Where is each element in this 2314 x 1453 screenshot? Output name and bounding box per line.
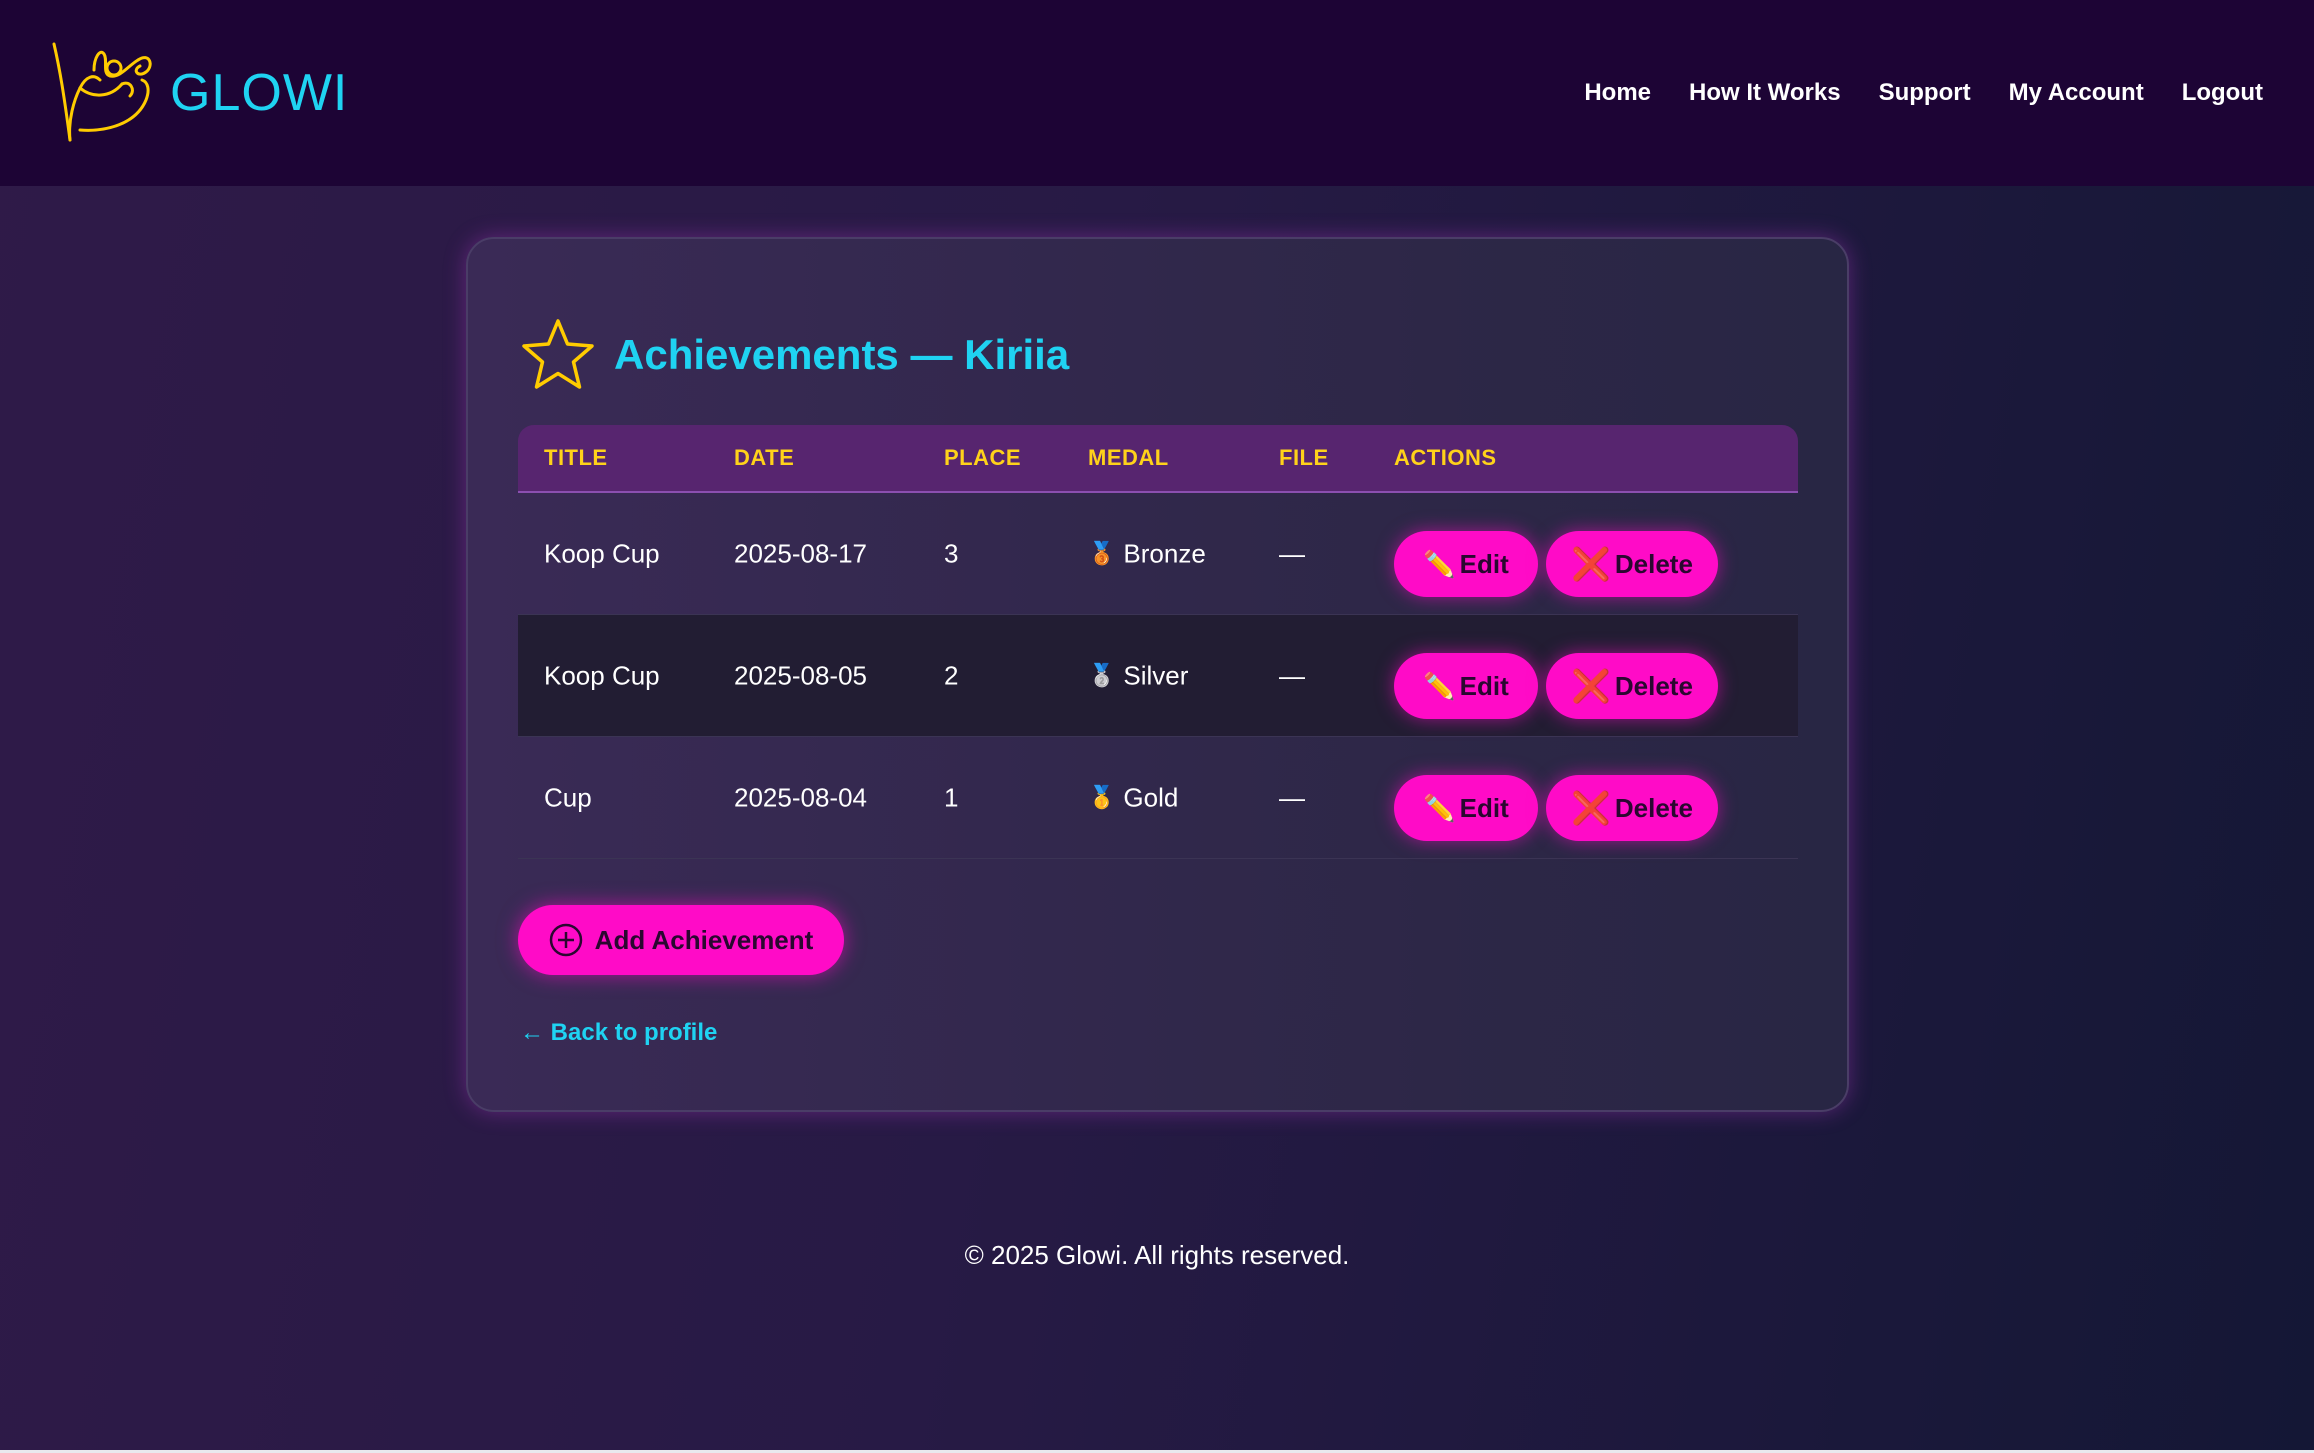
medal-label: Bronze	[1123, 538, 1206, 568]
edit-label: Edit	[1459, 548, 1509, 579]
delete-button[interactable]: ❌ Delete	[1546, 531, 1718, 597]
column-header-place: PLACE	[944, 445, 1022, 470]
achievements-table: TITLE DATE PLACE MEDAL FILE ACTIONS Koop…	[518, 425, 1798, 859]
table-header: TITLE DATE PLACE MEDAL FILE ACTIONS	[518, 425, 1798, 493]
cell-date: 2025-08-05	[734, 660, 867, 690]
achievements-card: Achievements — Kiriia TITLE DATE PLACE M…	[466, 237, 1849, 1112]
cell-place: 1	[944, 782, 959, 812]
cell-place: 3	[944, 538, 959, 568]
cell-place: 2	[944, 660, 959, 690]
edit-button[interactable]: ✏️ Edit	[1394, 653, 1538, 719]
title-row: Achievements — Kiriia	[520, 317, 1069, 393]
add-achievement-button[interactable]: Add Achievement	[518, 905, 844, 975]
pencil-icon: ✏️	[1423, 548, 1456, 579]
cell-medal: 🥇 Gold	[1088, 782, 1178, 813]
column-header-actions: ACTIONS	[1394, 445, 1497, 470]
cell-title: Koop Cup	[544, 538, 660, 568]
cell-file: —	[1279, 782, 1305, 812]
cell-date: 2025-08-04	[734, 782, 867, 812]
row-actions: ✏️ Edit ❌ Delete	[1394, 653, 1718, 719]
edit-button[interactable]: ✏️ Edit	[1394, 775, 1538, 841]
cell-title: Cup	[544, 782, 592, 812]
column-header-medal: MEDAL	[1088, 445, 1169, 470]
table-row: Cup 2025-08-04 1 🥇 Gold — ✏️ Edit ❌ Dele…	[518, 737, 1798, 859]
page-title: Achievements — Kiriia	[614, 331, 1070, 378]
delete-label: Delete	[1614, 670, 1693, 701]
delete-button[interactable]: ❌ Delete	[1546, 775, 1718, 841]
nav-home[interactable]: Home	[1584, 79, 1651, 107]
delete-button[interactable]: ❌ Delete	[1546, 653, 1718, 719]
column-header-file: FILE	[1279, 445, 1329, 470]
nav-support[interactable]: Support	[1879, 79, 1971, 107]
gymnast-ribbon-icon	[52, 42, 152, 142]
medal-label: Gold	[1123, 782, 1179, 812]
plus-circle-icon	[549, 923, 582, 957]
table-row: Koop Cup 2025-08-17 3 🥉 Bronze — ✏️ Edit…	[518, 493, 1798, 615]
pencil-icon: ✏️	[1423, 670, 1456, 701]
nav-how-it-works[interactable]: How It Works	[1689, 79, 1841, 107]
brand-name: GLOWI	[170, 64, 349, 122]
cell-file: —	[1279, 538, 1305, 568]
edit-label: Edit	[1459, 792, 1509, 823]
brand[interactable]: GLOWI	[50, 40, 348, 146]
bronze-medal-icon: 🥉	[1088, 540, 1116, 566]
main-nav: Home How It Works Support My Account Log…	[1584, 79, 2263, 107]
pencil-icon: ✏️	[1423, 792, 1456, 823]
cell-medal: 🥈 Silver	[1088, 660, 1188, 691]
close-icon: ❌	[1571, 546, 1611, 582]
column-header-date: DATE	[734, 445, 795, 470]
cell-file: —	[1279, 660, 1305, 690]
cell-title: Koop Cup	[544, 660, 660, 690]
close-icon: ❌	[1571, 790, 1611, 826]
back-to-profile-link[interactable]: ← Back to profile	[520, 1019, 717, 1047]
edit-button[interactable]: ✏️ Edit	[1394, 531, 1538, 597]
delete-label: Delete	[1614, 792, 1693, 823]
nav-logout[interactable]: Logout	[2182, 79, 2263, 107]
site-footer: © 2025 Glowi. All rights reserved.	[964, 1240, 1350, 1270]
add-achievement-label: Add Achievement	[594, 924, 814, 955]
silver-medal-icon: 🥈	[1088, 662, 1116, 688]
nav-my-account[interactable]: My Account	[2009, 79, 2144, 107]
column-header-title: TITLE	[544, 445, 608, 470]
cell-date: 2025-08-17	[734, 538, 867, 568]
site-header: GLOWI Home How It Works Support My Accou…	[0, 0, 2314, 186]
edit-label: Edit	[1459, 670, 1509, 701]
close-icon: ❌	[1571, 668, 1611, 704]
cell-medal: 🥉 Bronze	[1088, 538, 1206, 569]
row-actions: ✏️ Edit ❌ Delete	[1394, 531, 1718, 597]
star-icon	[522, 319, 594, 389]
medal-label: Silver	[1123, 660, 1189, 690]
delete-label: Delete	[1614, 548, 1693, 579]
gold-medal-icon: 🥇	[1088, 784, 1116, 810]
row-actions: ✏️ Edit ❌ Delete	[1394, 775, 1718, 841]
table-row: Koop Cup 2025-08-05 2 🥈 Silver — ✏️ Edit…	[518, 615, 1798, 737]
